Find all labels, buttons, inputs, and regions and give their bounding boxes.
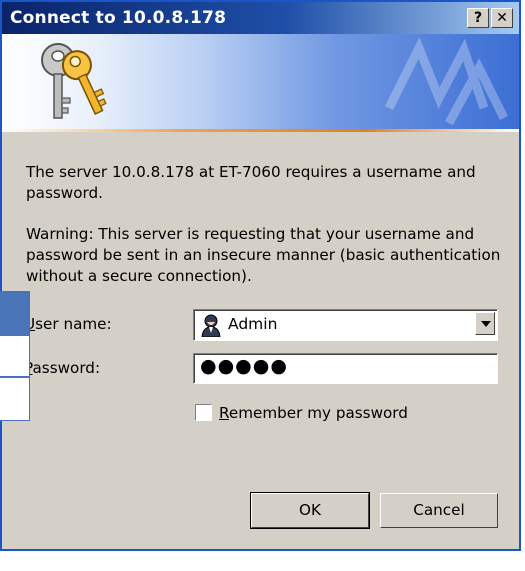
remember-password-checkbox[interactable] (195, 404, 212, 421)
overlay-highlight-box (0, 291, 30, 335)
dropdown-arrow-icon[interactable] (475, 312, 495, 335)
username-label: User name: (24, 315, 112, 333)
ok-button[interactable]: OK (250, 492, 370, 529)
overlay-box-password (0, 335, 30, 377)
banner-watermark-icon (384, 38, 509, 126)
server-message-line-1: The server 10.0.8.178 at ET-7060 require… (26, 163, 476, 181)
remember-label-accesskey: R (219, 404, 229, 422)
username-label-text: ser name: (35, 315, 112, 333)
password-label-text: assword: (32, 359, 101, 377)
warning-line-2: password be sent in an insecure manner (… (26, 246, 501, 264)
title-bar: Connect to 10.0.8.178 ? ✕ (2, 2, 519, 34)
cancel-button[interactable]: Cancel (380, 493, 498, 528)
remember-password-label[interactable]: Remember my password (219, 404, 408, 422)
warning-line-1: Warning: This server is requesting that … (26, 225, 475, 243)
dialog-banner (2, 34, 519, 132)
user-icon (201, 314, 221, 337)
close-button[interactable]: ✕ (491, 8, 513, 28)
username-value: Admin (228, 315, 278, 333)
server-message-line-2: password. (26, 184, 103, 202)
warning-line-3: without a secure connection). (26, 267, 252, 285)
login-dialog: Connect to 10.0.8.178 ? ✕ The server 10.… (0, 0, 521, 551)
banner-divider (2, 129, 519, 132)
help-button[interactable]: ? (467, 8, 489, 28)
window-title: Connect to 10.0.8.178 (10, 8, 227, 28)
password-field[interactable]: ●●●●● (193, 353, 498, 384)
remember-label-text: emember my password (228, 404, 408, 422)
password-value: ●●●●● (200, 355, 288, 377)
password-label: Password: (24, 359, 100, 377)
overlay-box-remember (0, 377, 30, 421)
username-combobox[interactable]: Admin (193, 309, 498, 341)
keys-icon (41, 43, 107, 119)
